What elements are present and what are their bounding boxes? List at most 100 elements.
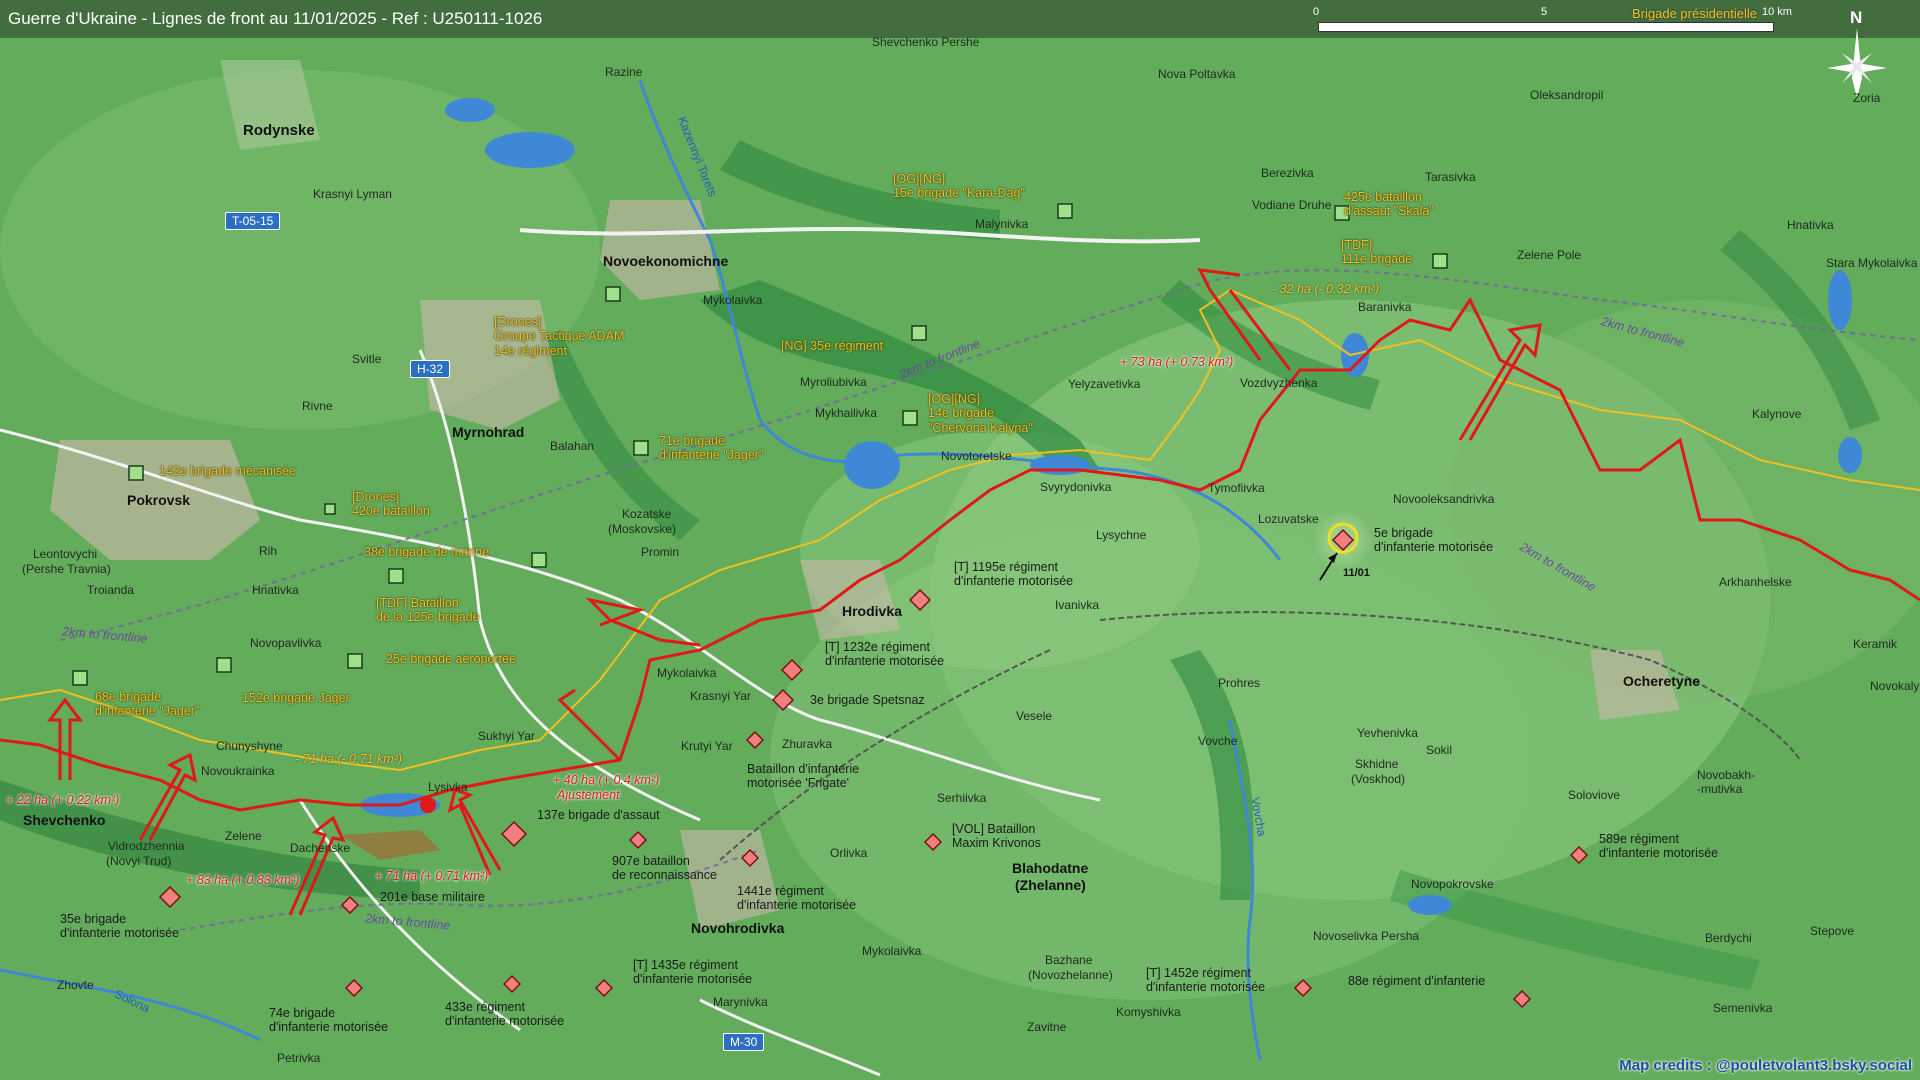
scale-tick-0: 0 [1313,6,1320,18]
road-shield-h32: H-32 [410,360,451,378]
ua-unit-label: [Drones] Groupe Tactique ADAM 14e régime… [494,315,625,358]
ru-unit-label: [T] 1195e régiment d'infanterie motorisé… [954,560,1074,589]
ru-unit-label: 3e brigade Spetsnaz [810,693,925,707]
place-label: Dachenske [290,841,351,855]
place-label: Petrivka [277,1051,321,1065]
place-label: Skhidne [1355,757,1399,771]
unit-brigade-presidentielle: Brigade présidentielle [1632,6,1758,21]
place-label: Novokalynove [1870,679,1920,693]
ru-unit-label: [T] 1232e régiment d'infanterie motorisé… [825,640,945,669]
ua-unit-label: [OG][NG] 14e brigade "Chervona Kalyna" [928,392,1033,435]
ua-unit-label: 152e brigade Jager [242,691,350,705]
place-label: Sukhyi Yar [478,729,535,743]
ru-unit-label: 589e régiment d'infanterie motorisée [1599,832,1719,861]
place-label: Novohrodivka [691,920,785,936]
gain-label: + 73 ha (+ 0.73 km²) [1120,355,1234,369]
loss-label: - 71 ha (- 0.71 km²) [295,752,402,766]
ua-unit-label: [NG] 35e régiment [781,339,884,353]
place-label: Troianda [87,583,134,597]
ua-unit-label: 425e bataillon d'assaut "Skala" [1344,190,1434,219]
ru-unit-label: 137e brigade d'assaut [537,808,660,822]
place-label: Hnativka [252,583,299,597]
place-label: Shevchenko [23,812,106,828]
place-label: Yelyzavetivka [1068,377,1141,391]
place-label: (Zhelanne) [1015,877,1086,893]
road-shield-m30: M-30 [723,1033,765,1051]
ua-unit-label: 25e brigade aéroportée [386,652,516,666]
place-label: Novoselivka Persha [1313,929,1420,943]
place-label: Stepove [1810,924,1855,938]
place-label: Vidrodzhennia [108,839,185,853]
place-label: Leontovychi [33,547,98,561]
place-label: Lysivka [428,780,468,794]
place-label: (Novyi Trud) [106,854,172,868]
place-label: Pokrovsk [127,492,191,508]
place-label: Komyshivka [1116,1005,1181,1019]
ua-unit-label: 68e brigade d'infanterie "Jager" [95,690,200,719]
place-label: (Moskovske) [608,522,677,536]
place-label: Tymofiivka [1208,481,1265,495]
compass-north-label: N [1850,8,1863,27]
map-title: Guerre d'Ukraine - Lignes de front au 11… [8,9,543,28]
place-label: Rivne [302,399,333,413]
place-label: Novotoretske [941,449,1012,463]
ru-unit-label: 35e brigade d'infanterie motorisée [60,912,180,941]
place-label: Rih [259,544,278,558]
place-label: Mykolaivka [657,666,717,680]
ua-unit-label: [TDF] 111e brigade [1341,238,1413,267]
ru-unit-label: 88e régiment d'infanterie [1348,974,1486,988]
place-label: Novooleksandrivka [1393,492,1495,506]
ru-unit-label: Bataillon d'infanterie motorisée 'Frigat… [747,762,860,791]
place-label: (Voskhod) [1351,772,1406,786]
place-label: Mykolaivka [703,293,763,307]
place-label: Zhovte [57,978,94,992]
place-label: Myrnohrad [452,424,525,440]
place-label: Bazhane [1045,953,1093,967]
place-label: Hnativka [1787,218,1834,232]
gain-label: + 83 ha (+ 0.83 km²) [186,873,300,887]
road-shield-t0515: T-05-15 [225,212,281,230]
ru-unit-label: 907e bataillon de reconnaissance [612,854,717,883]
place-label: Prohres [1218,676,1261,690]
place-label: Soloviove [1568,788,1621,802]
place-label: Nova Poltavka [1158,67,1236,81]
place-label: Kalynove [1752,407,1802,421]
place-label: Marynivka [713,995,768,1009]
gain-label: + 40 ha (+ 0.4 km²) [553,773,660,787]
ru-unit-label: 1441e régiment d'infanterie motorisée [737,884,857,913]
scale-bar [1318,22,1774,32]
place-label: Vozdvyzhenka [1240,376,1318,390]
ru-unit-label: [VOL] Bataillon Maxim Krivonos [952,822,1041,851]
place-label: Berezivka [1261,166,1314,180]
place-label: Zoria [1853,91,1881,105]
place-label: Semenivka [1713,1001,1773,1015]
place-label: Svitle [352,352,382,366]
ua-unit-label: [OG][NG] 15e brigade "Kara-Dag" [893,172,1025,201]
place-label: Lozuvatske [1258,512,1319,526]
scale-tick-10: 10 km [1762,6,1792,18]
place-label: Shevchenko Pershe [872,35,980,49]
place-label: Rodynske [243,122,315,139]
place-label: Hrodivka [842,603,902,619]
place-label: Krasnyi Yar [690,689,751,703]
place-label: Ivanivka [1055,598,1100,612]
place-label: Arkhanhelske [1719,575,1792,589]
place-label: Mykhailivka [815,406,878,420]
place-label: Orlivka [830,846,868,860]
place-label: Razine [605,65,643,79]
front-line-map[interactable]: Guerre d'Ukraine - Lignes de front au 11… [0,0,1920,1080]
place-label: Novobakh- -mutivka [1697,768,1756,796]
place-label: Krasnyi Lyman [313,187,392,201]
place-label: Zavitne [1027,1020,1067,1034]
ru-unit-label: 433e régiment d'infanterie motorisée [445,1000,565,1029]
place-label: Svyrydonivka [1040,480,1112,494]
place-label: (Novozhelanne) [1028,968,1113,982]
ru-unit-label: [T] 1452e régiment d'infanterie motorisé… [1146,966,1266,995]
map-credits: Map credits : @pouletvolant3.bsky.social [1619,1057,1912,1074]
ru-unit-label: 5e brigade d'infanterie motorisée [1374,526,1494,555]
place-label: Serhiivka [937,791,987,805]
ru-unit-label: [T] 1435e régiment d'infanterie motorisé… [633,958,753,987]
ua-unit-label: 71e brigade d'infanterie "Jager" [659,434,764,463]
place-label: Vesele [1016,709,1053,723]
place-label: Lysychne [1096,528,1147,542]
